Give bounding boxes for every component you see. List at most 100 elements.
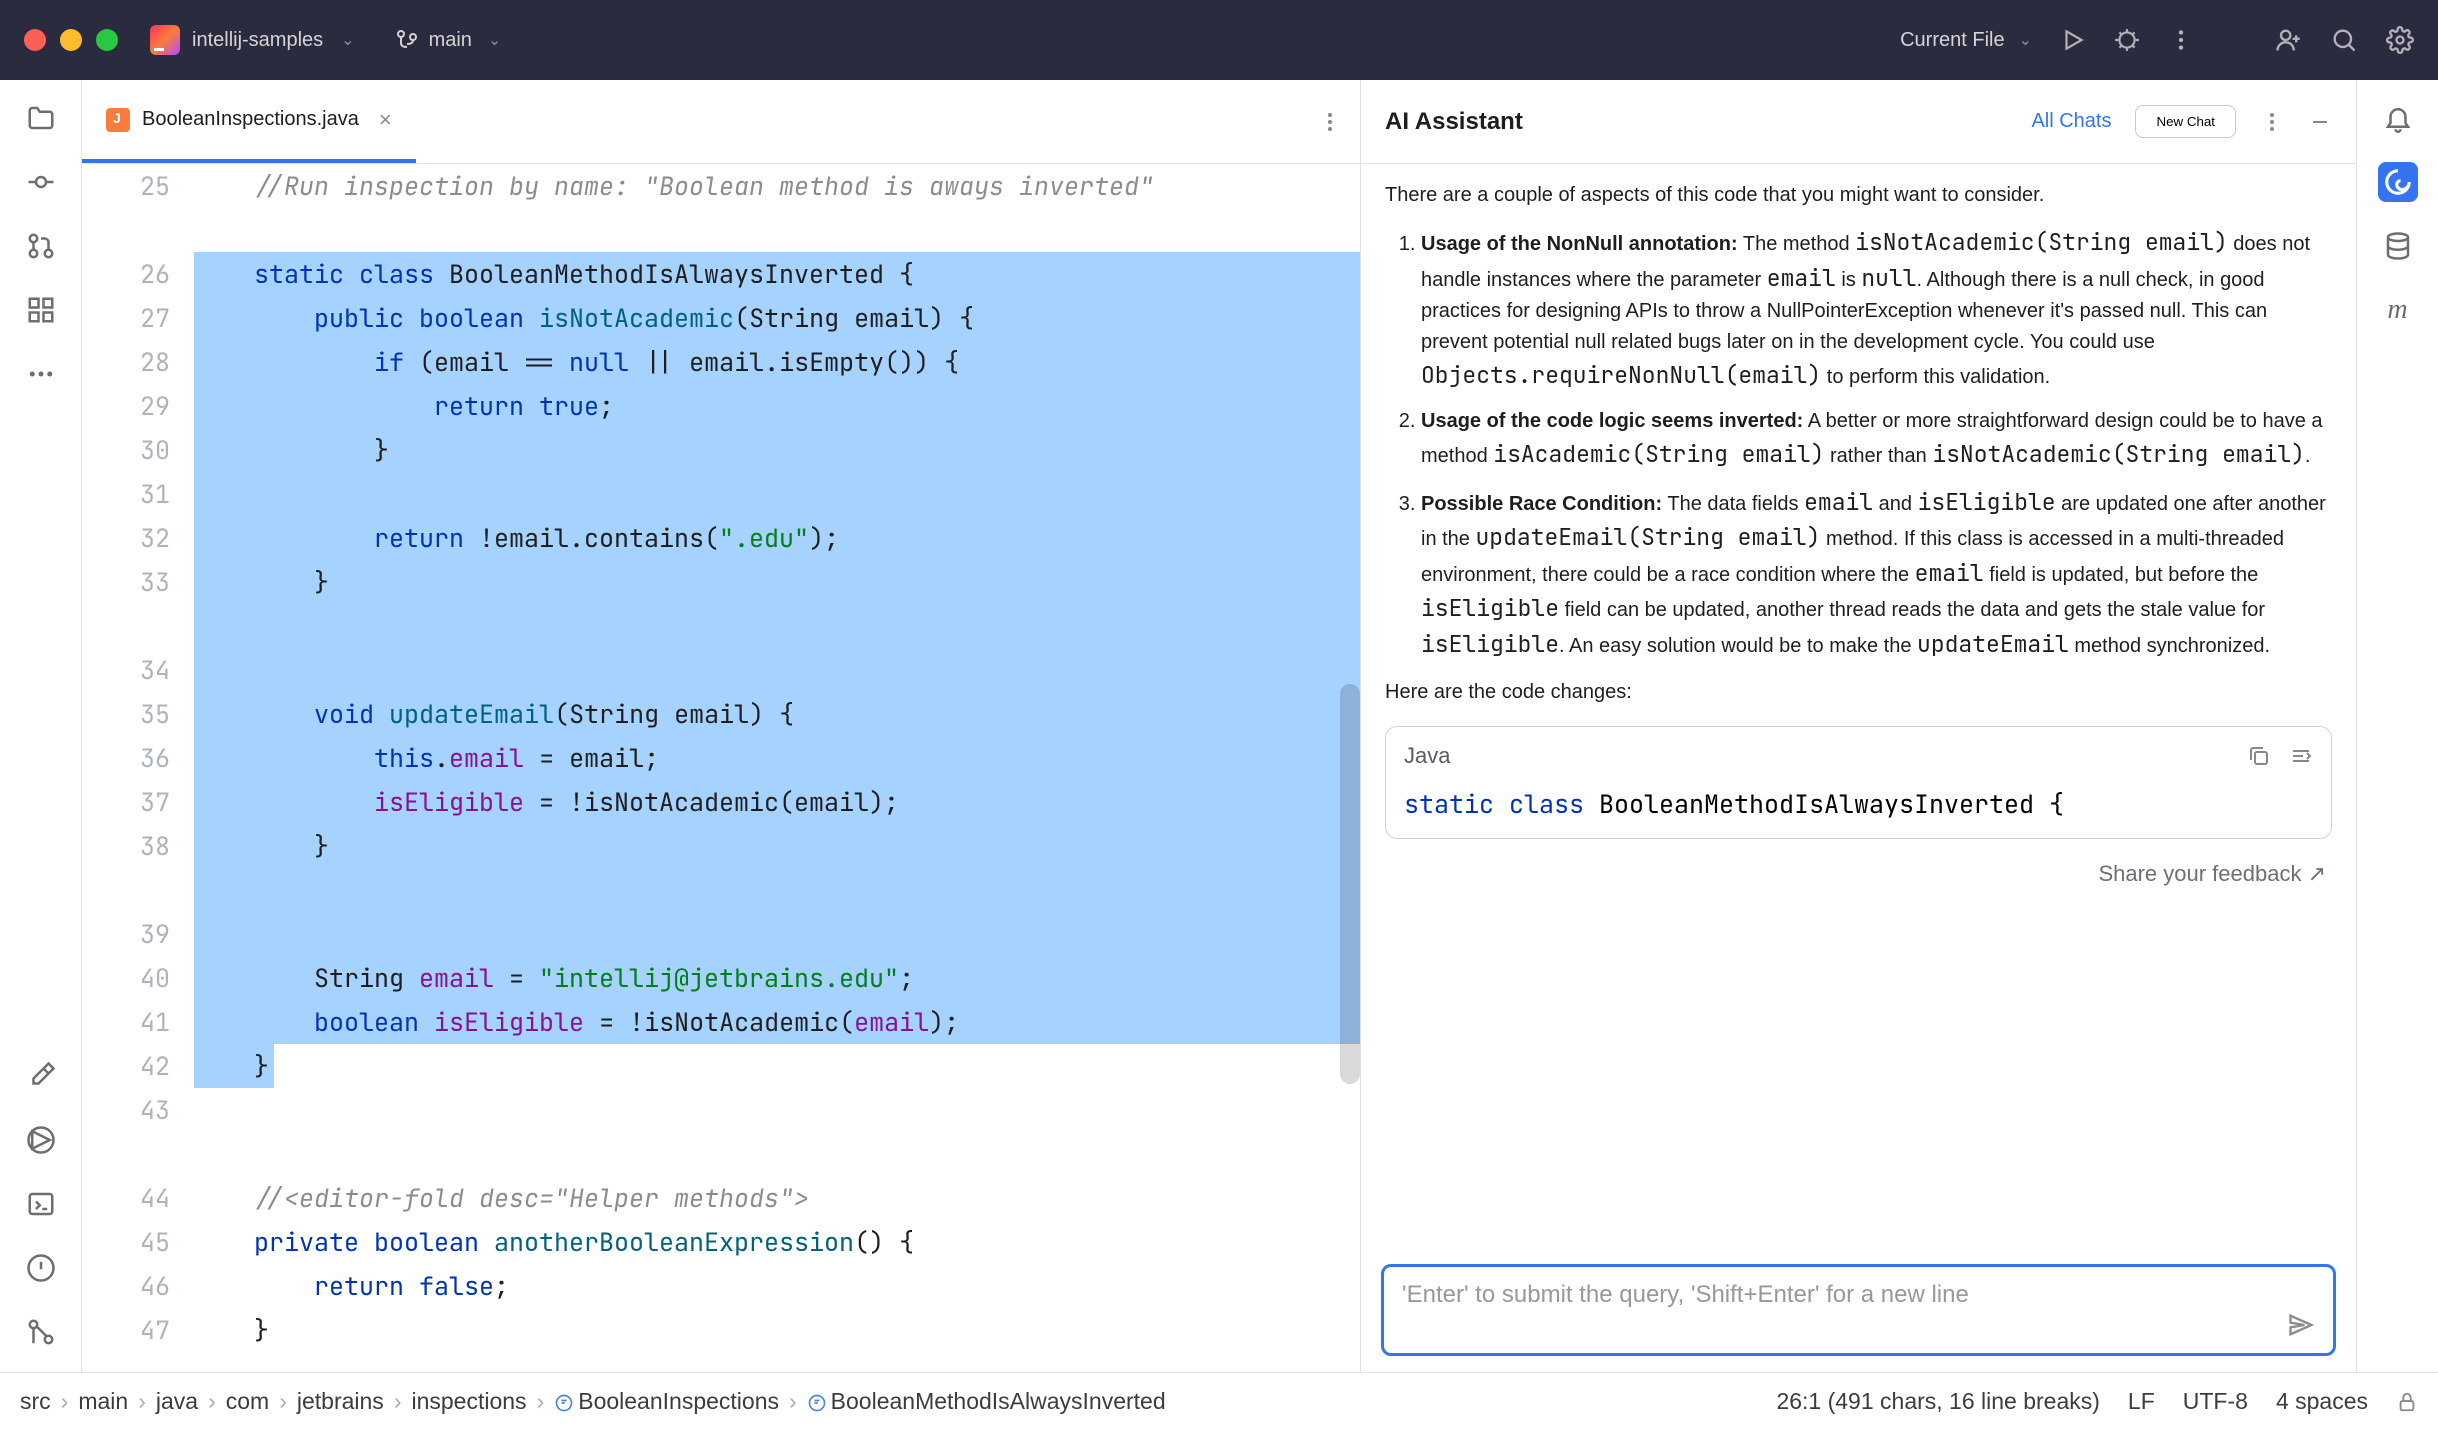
project-selector[interactable]: intellij-samples ⌄ xyxy=(150,25,355,55)
minimize-icon xyxy=(2308,110,2332,134)
line-separator[interactable]: LF xyxy=(2128,1388,2155,1415)
debug-button[interactable] xyxy=(2114,27,2140,53)
maximize-window-button[interactable] xyxy=(96,29,118,51)
ai-panel-title: AI Assistant xyxy=(1385,108,1523,136)
bug-icon xyxy=(2114,27,2140,53)
hammer-icon xyxy=(26,1061,56,1091)
run-tool-button[interactable] xyxy=(21,1120,61,1160)
breadcrumb-separator: › xyxy=(394,1388,402,1415)
class-icon xyxy=(554,1393,574,1413)
breadcrumb-separator: › xyxy=(789,1388,797,1415)
vcs-tool-button[interactable] xyxy=(21,1312,61,1352)
file-encoding[interactable]: UTF-8 xyxy=(2183,1388,2248,1415)
commit-tool-button[interactable] xyxy=(21,162,61,202)
run-config-label: Current File xyxy=(1900,29,2004,52)
readonly-toggle[interactable] xyxy=(2396,1391,2418,1413)
close-tab-button[interactable]: × xyxy=(379,107,392,133)
send-button[interactable] xyxy=(2287,1311,2315,1339)
ai-input-field[interactable] xyxy=(1402,1281,2315,1309)
project-tool-button[interactable] xyxy=(21,98,61,138)
more-actions-button[interactable] xyxy=(2168,27,2194,53)
ai-point-item: Usage of the NonNull annotation: The met… xyxy=(1421,225,2332,394)
close-window-button[interactable] xyxy=(24,29,46,51)
all-chats-link[interactable]: All Chats xyxy=(2031,110,2111,133)
breadcrumb-segment[interactable]: src xyxy=(20,1388,51,1415)
commit-icon xyxy=(26,167,56,197)
search-everywhere-button[interactable] xyxy=(2330,26,2358,54)
breadcrumb-segment[interactable]: main xyxy=(78,1388,128,1415)
terminal-tool-button[interactable] xyxy=(21,1184,61,1224)
git-branch-selector[interactable]: main ⌄ xyxy=(395,28,502,52)
play-icon xyxy=(2060,27,2086,53)
copy-icon xyxy=(2247,744,2271,768)
indent-config[interactable]: 4 spaces xyxy=(2276,1388,2368,1415)
notifications-tool-button[interactable] xyxy=(2378,98,2418,138)
search-icon xyxy=(2330,26,2358,54)
editor-body[interactable]: 2526272829303132333435363738394041424344… xyxy=(82,164,1360,1372)
run-button[interactable] xyxy=(2060,27,2086,53)
chevron-down-icon: ⌄ xyxy=(488,30,501,50)
ai-input-box[interactable] xyxy=(1381,1264,2336,1356)
breadcrumb-segment[interactable]: inspections xyxy=(411,1388,526,1415)
git-icon xyxy=(26,1317,56,1347)
ai-code-block: Java static class BooleanMethodIsAlwaysI… xyxy=(1385,726,2332,839)
branch-name-label: main xyxy=(429,29,472,52)
code-block-content: static class BooleanMethodIsAlwaysInvert… xyxy=(1386,785,2331,838)
code-area[interactable]: //Run inspection by name: "Boolean metho… xyxy=(194,164,1360,1372)
window-controls xyxy=(24,29,118,51)
insert-icon xyxy=(2289,744,2313,768)
breadcrumb-separator: › xyxy=(138,1388,146,1415)
ai-points-list: Usage of the NonNull annotation: The met… xyxy=(1385,225,2332,663)
new-chat-button[interactable]: New Chat xyxy=(2135,105,2236,138)
database-icon xyxy=(2383,231,2413,261)
database-tool-button[interactable] xyxy=(2378,226,2418,266)
lock-icon xyxy=(2396,1391,2418,1413)
maven-tool-button[interactable]: m xyxy=(2378,290,2418,330)
intellij-logo-icon xyxy=(150,25,180,55)
left-tool-rail xyxy=(0,80,82,1372)
ai-chat-body: There are a couple of aspects of this co… xyxy=(1361,164,2356,1264)
run-window-icon xyxy=(26,1125,56,1155)
editor-tab-actions[interactable] xyxy=(1318,110,1342,134)
more-tools-button[interactable] xyxy=(21,354,61,394)
breadcrumb-segment[interactable]: com xyxy=(226,1388,269,1415)
editor-tab-bar: BooleanInspections.java × xyxy=(82,80,1360,164)
folder-icon xyxy=(26,103,56,133)
java-file-icon xyxy=(106,108,130,132)
gear-icon xyxy=(2386,26,2414,54)
share-feedback-link[interactable]: Share your feedback ↗ xyxy=(1385,849,2332,905)
branch-icon xyxy=(395,28,419,52)
minimize-panel-button[interactable] xyxy=(2308,110,2332,134)
ai-more-button[interactable] xyxy=(2260,110,2284,134)
settings-button[interactable] xyxy=(2386,26,2414,54)
line-number-gutter: 2526272829303132333435363738394041424344… xyxy=(82,164,194,1372)
code-with-me-button[interactable] xyxy=(2274,26,2302,54)
breadcrumb-segment[interactable]: BooleanInspections xyxy=(554,1388,779,1415)
structure-tool-button[interactable] xyxy=(21,290,61,330)
ai-point-item: Usage of the code logic seems inverted: … xyxy=(1421,406,2332,473)
editor-tab-label: BooleanInspections.java xyxy=(142,108,359,131)
right-tool-rail: m xyxy=(2356,80,2438,1372)
chevron-down-icon: ⌄ xyxy=(2019,30,2032,50)
ai-assistant-tool-button[interactable] xyxy=(2378,162,2418,202)
ai-panel-header: AI Assistant All Chats New Chat xyxy=(1361,80,2356,164)
minimize-window-button[interactable] xyxy=(60,29,82,51)
status-bar: src›main›java›com›jetbrains›inspections›… xyxy=(0,1372,2438,1430)
breadcrumb-segment[interactable]: jetbrains xyxy=(297,1388,384,1415)
breadcrumb-segment[interactable]: BooleanMethodIsAlwaysInverted xyxy=(807,1388,1166,1415)
editor-tab[interactable]: BooleanInspections.java × xyxy=(82,80,416,163)
user-plus-icon xyxy=(2274,26,2302,54)
copy-code-button[interactable] xyxy=(2247,744,2271,768)
warning-icon xyxy=(26,1253,56,1283)
editor-scrollbar[interactable] xyxy=(1340,684,1360,1084)
run-config-selector[interactable]: Current File ⌄ xyxy=(1900,29,2032,52)
build-tool-button[interactable] xyxy=(21,1056,61,1096)
pull-requests-tool-button[interactable] xyxy=(21,226,61,266)
breadcrumb[interactable]: src›main›java›com›jetbrains›inspections›… xyxy=(20,1388,1166,1415)
caret-position[interactable]: 26:1 (491 chars, 16 line breaks) xyxy=(1776,1388,2099,1415)
insert-code-button[interactable] xyxy=(2289,744,2313,768)
ai-point-item: Possible Race Condition: The data fields… xyxy=(1421,485,2332,663)
problems-tool-button[interactable] xyxy=(21,1248,61,1288)
breadcrumb-segment[interactable]: java xyxy=(156,1388,198,1415)
more-vertical-icon xyxy=(1318,110,1342,134)
